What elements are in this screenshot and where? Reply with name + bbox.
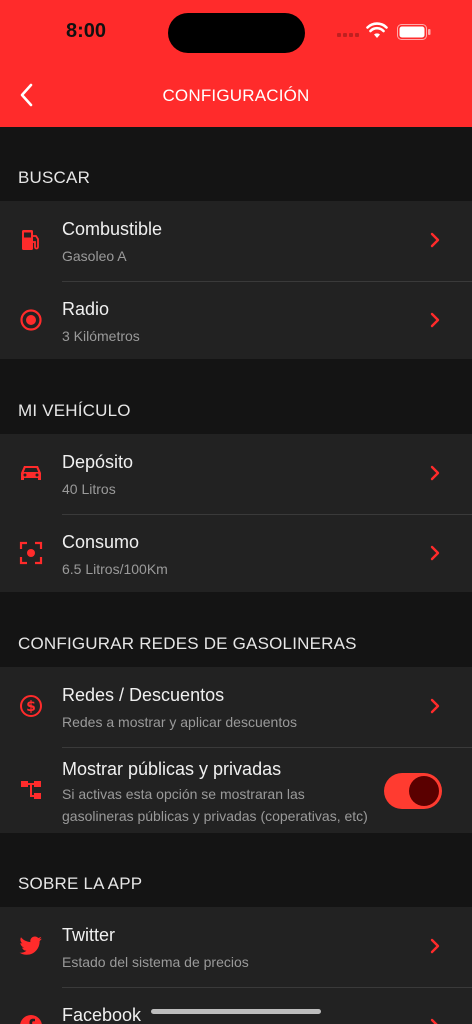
redes-subtitle: Redes a mostrar y aplicar descuentos xyxy=(62,714,297,730)
redes-title: Redes / Descuentos xyxy=(62,685,225,705)
row-divider xyxy=(62,747,472,748)
redes-descuentos-row[interactable]: $ Redes / Descuentos Redes a mostrar y a… xyxy=(0,667,472,746)
svg-text:$: $ xyxy=(26,699,36,715)
chevron-right-icon xyxy=(430,465,440,481)
deposito-row[interactable]: Depósito 40 Litros xyxy=(0,434,472,513)
focus-icon xyxy=(18,540,44,566)
chevron-right-icon xyxy=(430,232,440,248)
cellular-signal-icon xyxy=(337,33,359,37)
network-icon xyxy=(18,777,44,803)
combustible-row[interactable]: Combustible Gasoleo A xyxy=(0,201,472,280)
section-header-vehiculo: MI VEHÍCULO xyxy=(18,401,131,420)
fuel-pump-icon xyxy=(18,227,44,253)
publicas-privadas-row: Mostrar públicas y privadas Si activas e… xyxy=(0,746,472,833)
home-indicator[interactable] xyxy=(151,1009,321,1014)
group-app: Twitter Estado del sistema de precios Fa… xyxy=(0,907,472,1024)
publicas-privadas-toggle[interactable] xyxy=(384,773,442,809)
dollar-circle-icon: $ xyxy=(18,693,44,719)
combustible-title: Combustible xyxy=(62,219,163,239)
twitter-subtitle: Estado del sistema de precios xyxy=(62,954,249,970)
status-time: 8:00 xyxy=(66,20,107,42)
twitter-row[interactable]: Twitter Estado del sistema de precios xyxy=(0,907,472,986)
battery-icon xyxy=(397,24,431,40)
navigation-bar: 8:00 CONFIGURACIÓN xyxy=(0,0,472,127)
chevron-right-icon xyxy=(430,545,440,561)
consumo-value: 6.5 Litros/100Km xyxy=(62,561,168,577)
chevron-right-icon xyxy=(430,938,440,954)
section-header-app: SOBRE LA APP xyxy=(18,874,143,893)
facebook-row[interactable]: Facebook xyxy=(0,986,472,1024)
facebook-title: Facebook xyxy=(62,1005,142,1024)
chevron-right-icon xyxy=(430,1018,438,1024)
combustible-value: Gasoleo A xyxy=(62,248,127,264)
wifi-icon xyxy=(366,22,388,38)
consumo-title: Consumo xyxy=(62,532,140,552)
chevron-right-icon xyxy=(430,698,440,714)
section-header-buscar: BUSCAR xyxy=(18,168,91,187)
facebook-icon xyxy=(18,1013,44,1024)
twitter-icon xyxy=(18,933,44,959)
radio-row[interactable]: Radio 3 Kilómetros xyxy=(0,280,472,359)
section-header-redes: CONFIGURAR REDES DE GASOLINERAS xyxy=(18,634,357,653)
radio-title: Radio xyxy=(62,299,110,319)
deposito-title: Depósito xyxy=(62,452,134,472)
group-buscar: Combustible Gasoleo A Radio 3 Kilómetros xyxy=(0,201,472,359)
row-divider xyxy=(62,514,472,515)
page-title: CONFIGURACIÓN xyxy=(162,86,310,105)
twitter-title: Twitter xyxy=(62,925,116,945)
chevron-right-icon xyxy=(430,312,440,328)
toggle-knob xyxy=(409,776,439,806)
publicas-privadas-title: Mostrar públicas y privadas xyxy=(62,759,282,779)
consumo-row[interactable]: Consumo 6.5 Litros/100Km xyxy=(0,513,472,592)
group-redes: $ Redes / Descuentos Redes a mostrar y a… xyxy=(0,667,472,833)
row-divider xyxy=(62,987,472,988)
car-icon xyxy=(18,460,44,486)
dynamic-island xyxy=(168,13,305,53)
group-vehiculo: Depósito 40 Litros Consumo 6.5 Litros/10… xyxy=(0,434,472,592)
target-icon xyxy=(18,307,44,333)
publicas-privadas-description: Si activas esta opción se mostraran las … xyxy=(62,786,368,824)
row-divider xyxy=(62,281,472,282)
deposito-value: 40 Litros xyxy=(62,481,116,497)
radio-value: 3 Kilómetros xyxy=(62,328,140,344)
